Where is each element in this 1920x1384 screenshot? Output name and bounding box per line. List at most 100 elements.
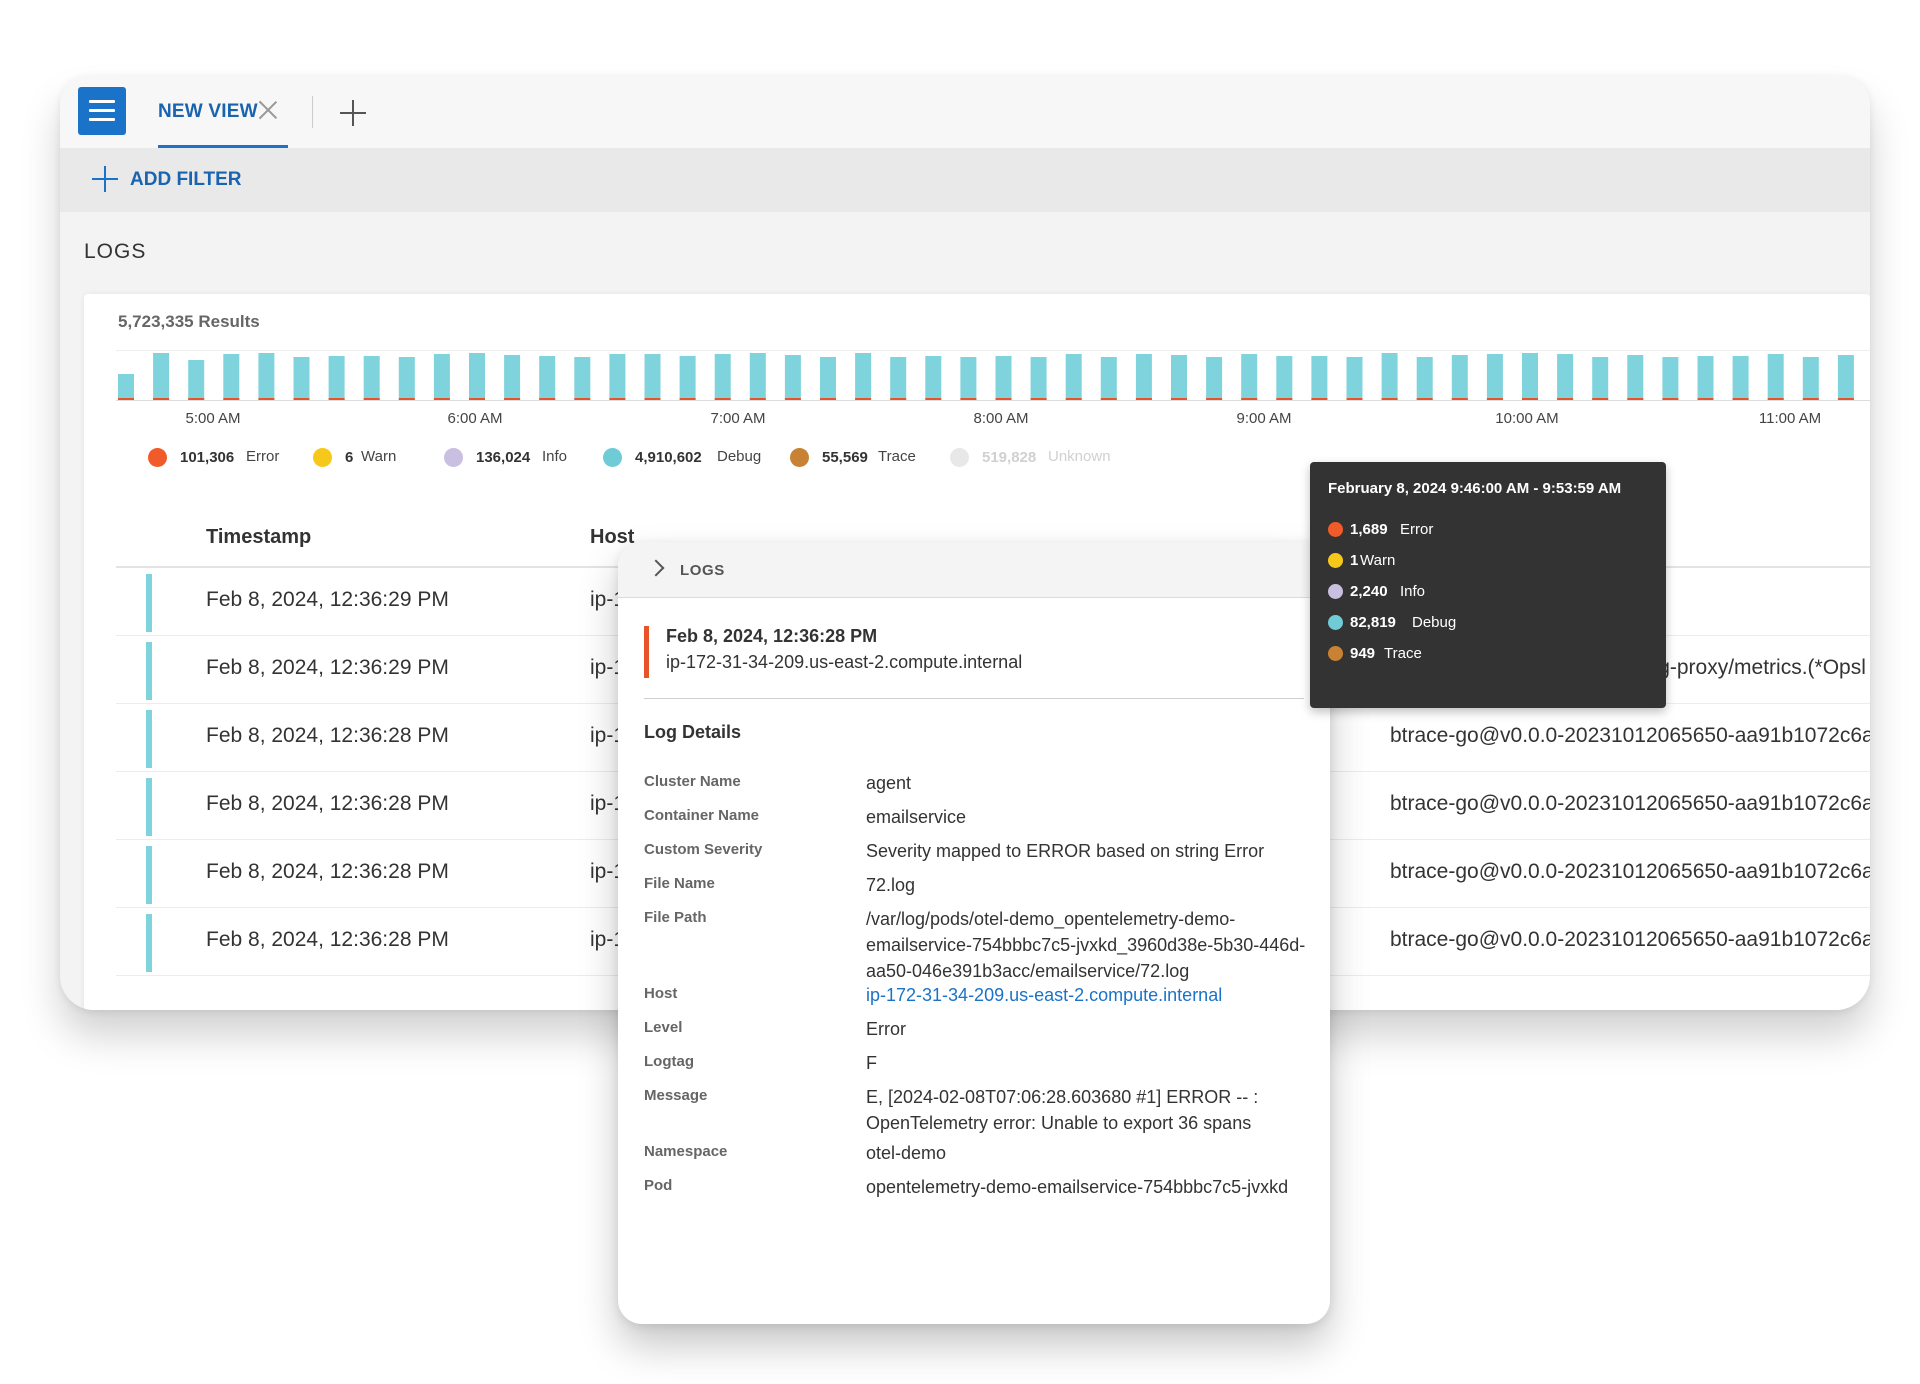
tooltip-dot [1328, 584, 1343, 599]
histogram-bar[interactable] [1767, 354, 1784, 400]
histogram-bar[interactable] [609, 354, 626, 400]
x-tick-label: 11:00 AM [1758, 410, 1822, 427]
histogram-bar[interactable] [1697, 356, 1714, 400]
histogram-bar[interactable] [855, 353, 872, 400]
legend-dot [444, 448, 463, 467]
histogram-bar[interactable] [1522, 353, 1538, 400]
histogram-bar[interactable] [1557, 354, 1574, 400]
plus-icon[interactable] [92, 166, 118, 192]
log-host: ip-172-31-34-209.us-east-2.compute.inter… [666, 652, 1023, 672]
histogram-bar[interactable] [1030, 357, 1047, 400]
tooltip-count: 1,689 [1350, 521, 1388, 538]
histogram-bar[interactable] [714, 354, 731, 400]
histogram-bar[interactable] [1486, 354, 1503, 400]
menu-icon-line [89, 109, 115, 112]
tab-label: NEW VIEW [158, 101, 258, 122]
histogram-bar[interactable] [1592, 357, 1609, 400]
histogram-bar[interactable] [539, 356, 556, 400]
legend-dot [790, 448, 809, 467]
tooltip-dot [1328, 615, 1343, 630]
close-icon[interactable] [256, 98, 280, 122]
legend-count: 101,306 [180, 449, 235, 466]
severity-legend: 101,306 Error 6 Warn 136,024 Info 4,910,… [148, 446, 1148, 470]
cell-timestamp: Feb 8, 2024, 12:36:28 PM [206, 792, 449, 815]
legend-name: Warn [361, 448, 397, 465]
histogram-bar[interactable] [1135, 354, 1152, 400]
severity-indicator [644, 626, 649, 678]
histogram-bar[interactable] [363, 356, 380, 400]
histogram-bar[interactable] [153, 353, 170, 400]
histogram-bar[interactable] [960, 357, 977, 400]
legend-count: 6 [345, 449, 354, 466]
field-label: Pod [644, 1177, 673, 1194]
histogram-bar[interactable] [118, 374, 134, 400]
histogram-bar[interactable] [223, 354, 240, 400]
histogram-bar[interactable] [1451, 355, 1468, 400]
histogram-bar[interactable] [890, 357, 907, 400]
histogram-bar[interactable] [258, 353, 275, 400]
histogram-bar[interactable] [1381, 353, 1398, 400]
cell-message: btrace-go@v0.0.0-20231012065650-aa91b107… [1390, 724, 1870, 747]
histogram-bar[interactable] [188, 360, 205, 400]
field-value: E, [2024-02-08T07:06:28.603680 #1] ERROR… [866, 1087, 1259, 1133]
histogram-bar[interactable] [820, 357, 836, 400]
cell-timestamp: Feb 8, 2024, 12:36:28 PM [206, 860, 449, 883]
breadcrumb[interactable]: LOGS [680, 562, 725, 579]
x-tick-label: 9:00 AM [1236, 410, 1292, 427]
histogram-bar[interactable] [1627, 355, 1644, 400]
histogram-bar[interactable] [293, 357, 310, 400]
histogram-bar[interactable] [1100, 357, 1117, 400]
legend-count: 4,910,602 [635, 449, 702, 466]
histogram-tooltip: February 8, 2024 9:46:00 AM - 9:53:59 AM… [1310, 462, 1666, 708]
log-timestamp: Feb 8, 2024, 12:36:28 PM [666, 626, 878, 646]
histogram-bar[interactable] [574, 357, 591, 400]
histogram-bar[interactable] [925, 356, 942, 400]
field-value: Severity mapped to ERROR based on string… [866, 841, 1265, 861]
histogram-bar[interactable] [679, 356, 696, 400]
add-filter-button[interactable]: ADD FILTER [130, 169, 242, 191]
tooltip-dot [1328, 522, 1343, 537]
histogram-bar[interactable] [1065, 354, 1082, 400]
histogram-bar[interactable] [469, 353, 485, 400]
histogram-bar[interactable] [1171, 355, 1187, 400]
histogram-bar[interactable] [784, 355, 801, 400]
histogram-bar[interactable] [995, 356, 1012, 400]
histogram-bar[interactable] [398, 357, 415, 400]
chevron-right-icon[interactable] [647, 559, 665, 577]
histogram-bar[interactable] [504, 355, 521, 400]
histogram-bar[interactable] [1802, 357, 1819, 400]
log-volume-histogram[interactable] [116, 348, 1870, 400]
histogram-bar[interactable] [1311, 356, 1328, 400]
field-label: Cluster Name [644, 773, 741, 790]
histogram-baseline [116, 400, 1870, 401]
tooltip-count: 1 [1350, 552, 1359, 569]
histogram-bar[interactable] [749, 353, 766, 400]
severity-bar [146, 710, 152, 768]
legend-name: Unknown [1048, 448, 1111, 465]
histogram-bar[interactable] [328, 356, 345, 400]
column-header-timestamp[interactable]: Timestamp [206, 526, 311, 549]
histogram-bar[interactable] [1416, 357, 1433, 400]
hamburger-menu-button[interactable] [78, 87, 126, 135]
legend-dot [950, 448, 969, 467]
cell-timestamp: Feb 8, 2024, 12:36:28 PM [206, 928, 449, 951]
tooltip-name: Trace [1384, 645, 1422, 662]
histogram-bar[interactable] [1206, 357, 1223, 400]
tab-bar: NEW VIEW [60, 76, 1870, 148]
histogram-bar[interactable] [1732, 356, 1749, 400]
histogram-bar[interactable] [644, 354, 661, 400]
histogram-bar[interactable] [1837, 355, 1854, 400]
tooltip-dot [1328, 646, 1343, 661]
histogram-bar[interactable] [1241, 354, 1258, 400]
histogram-bar[interactable] [433, 354, 450, 400]
stage: NEW VIEW ADD FILTER LOGS 5,723,335 Resul… [0, 0, 1920, 1384]
add-tab-icon[interactable] [340, 100, 366, 126]
tooltip-name: Info [1400, 583, 1426, 600]
field-value: emailservice [866, 807, 967, 827]
host-link[interactable]: ip-172-31-34-209.us-east-2.compute.inter… [866, 982, 1306, 1008]
tooltip-count: 82,819 [1350, 614, 1396, 631]
histogram-bar[interactable] [1276, 356, 1293, 400]
histogram-bar[interactable] [1346, 357, 1363, 400]
legend-dot [603, 448, 622, 467]
histogram-bar[interactable] [1662, 357, 1679, 400]
